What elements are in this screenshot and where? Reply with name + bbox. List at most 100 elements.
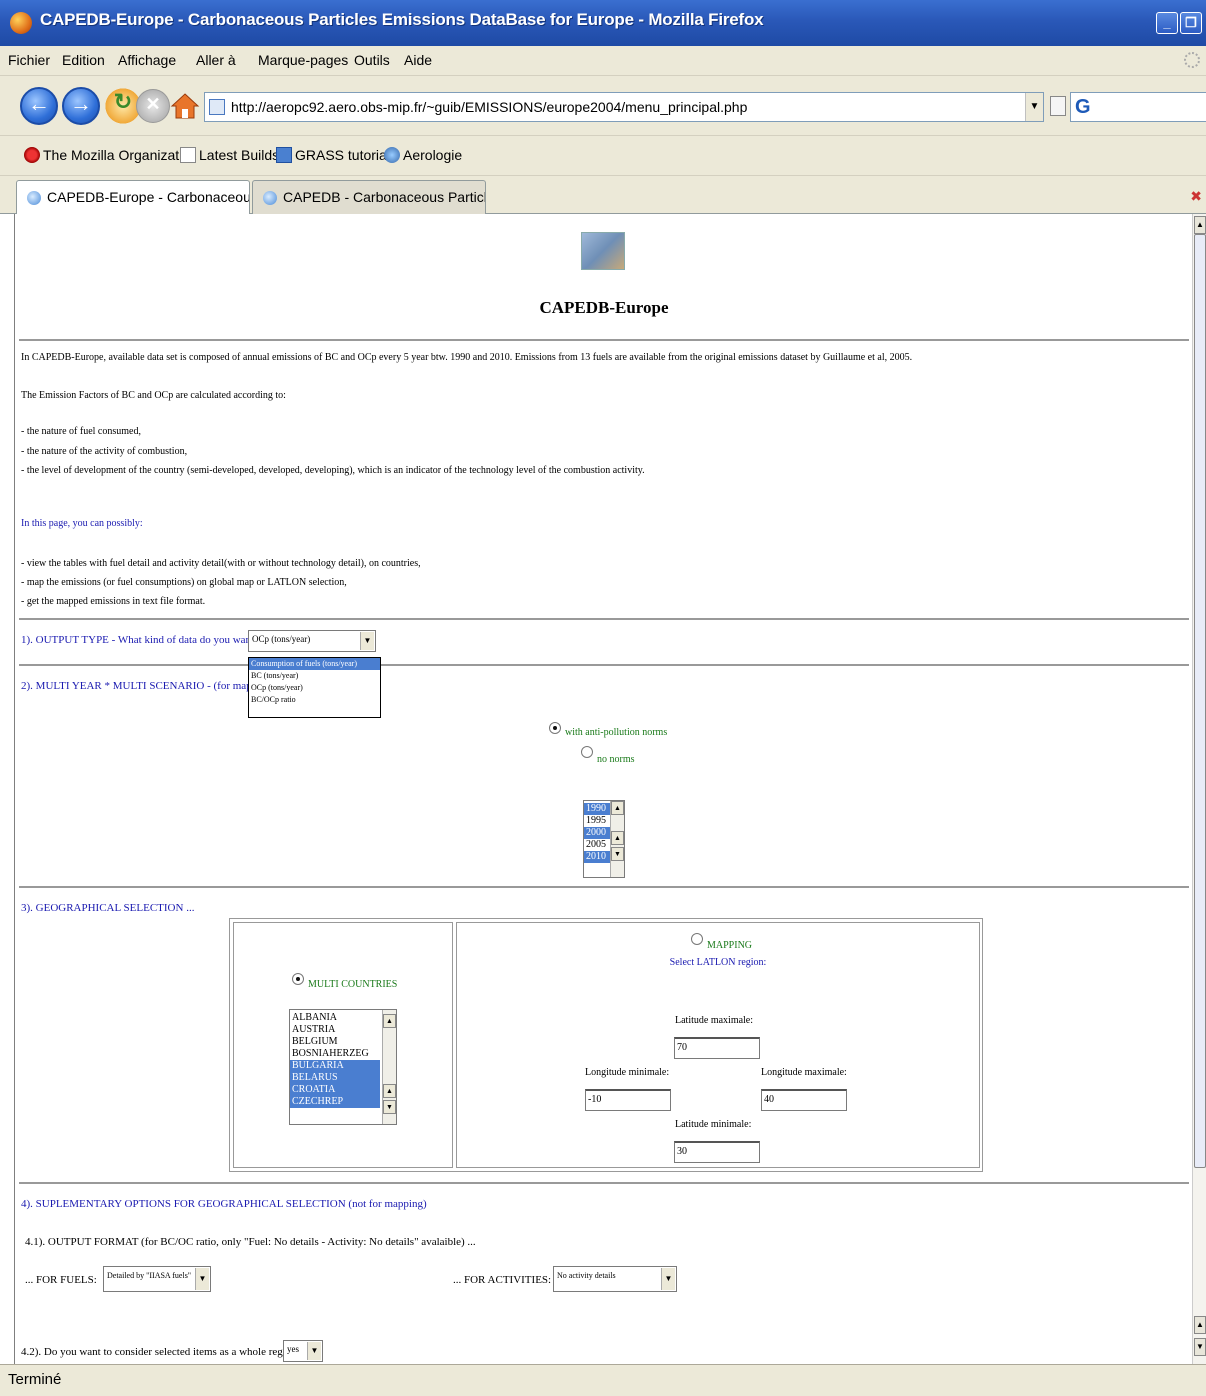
menu-bar: Fichier Edition Affichage Aller à Marque… bbox=[0, 46, 1206, 76]
home-button[interactable] bbox=[170, 91, 200, 121]
minimize-button[interactable]: _ bbox=[1156, 12, 1178, 34]
menu-edition[interactable]: Edition bbox=[62, 52, 105, 68]
scroll-up-icon[interactable]: ▲ bbox=[383, 1014, 396, 1028]
chevron-down-icon[interactable]: ▼ bbox=[360, 632, 374, 650]
url-dropdown-button[interactable]: ▼ bbox=[1025, 93, 1043, 121]
scroll-down-icon[interactable]: ▼ bbox=[383, 1100, 396, 1114]
bookmark-grass[interactable]: GRASS tutorial bbox=[276, 147, 390, 163]
dropdown-option[interactable]: OCp (tons/year) bbox=[249, 682, 380, 694]
dropdown-option[interactable]: Consumption of fuels (tons/year) bbox=[249, 658, 380, 670]
for-fuels-label: ... FOR FUELS: bbox=[25, 1274, 97, 1286]
no-norms-label: no norms bbox=[597, 754, 635, 765]
bookmark-aerologie[interactable]: Aerologie bbox=[384, 147, 462, 163]
forward-button[interactable]: → bbox=[62, 87, 100, 125]
scroll-up-icon[interactable]: ▲ bbox=[611, 801, 624, 815]
whole-region-select[interactable]: yes ▼ bbox=[283, 1340, 323, 1362]
chevron-down-icon[interactable]: ▼ bbox=[195, 1268, 209, 1290]
url-text[interactable]: http://aeropc92.aero.obs-mip.fr/~guib/EM… bbox=[231, 99, 747, 115]
bookmark-latest-builds[interactable]: Latest Builds bbox=[180, 147, 279, 163]
select-latlon-label: Select LATLON region: bbox=[669, 957, 767, 968]
output-format-label: 4.1). OUTPUT FORMAT (for BC/OC ratio, on… bbox=[25, 1236, 476, 1248]
country-option[interactable]: BELARUS bbox=[290, 1072, 380, 1084]
bookmark-label: The Mozilla Organizat... bbox=[43, 147, 191, 163]
page-scrollbar[interactable]: ▲ ▲ ▼ bbox=[1192, 214, 1206, 1364]
bullet-fuel: - the nature of fuel consumed, bbox=[21, 426, 141, 437]
menu-affichage[interactable]: Affichage bbox=[118, 52, 176, 68]
back-arrow-icon: ← bbox=[28, 91, 50, 116]
menu-aide[interactable]: Aide bbox=[404, 52, 432, 68]
country-option[interactable]: CROATIA bbox=[290, 1084, 380, 1096]
activities-select[interactable]: No activity details ▼ bbox=[553, 1266, 677, 1292]
scrollbar-thumb[interactable] bbox=[1194, 234, 1206, 1168]
countries-scrollbar[interactable]: ▲ ▲ ▼ bbox=[382, 1010, 396, 1124]
scroll-down-icon[interactable]: ▼ bbox=[611, 847, 624, 861]
whole-region-value: yes bbox=[287, 1344, 299, 1354]
chevron-down-icon[interactable]: ▼ bbox=[661, 1268, 675, 1290]
bullet-text-file: - get the mapped emissions in text file … bbox=[21, 596, 206, 607]
country-option[interactable]: BELGIUM bbox=[290, 1036, 396, 1048]
folder-icon bbox=[276, 147, 292, 163]
scroll-up-icon[interactable]: ▲ bbox=[611, 831, 624, 845]
output-type-select[interactable]: OCp (tons/year) ▼ bbox=[248, 630, 376, 652]
lat-min-input[interactable]: 30 bbox=[674, 1141, 760, 1163]
country-option[interactable]: ALBANIA bbox=[290, 1012, 396, 1024]
bookmark-label: Aerologie bbox=[403, 147, 463, 163]
country-option[interactable]: BULGARIA bbox=[290, 1060, 380, 1072]
google-icon[interactable]: G bbox=[1075, 96, 1091, 119]
url-bar[interactable]: http://aeropc92.aero.obs-mip.fr/~guib/EM… bbox=[204, 92, 1044, 122]
tab-strip: CAPEDB-Europe - Carbonaceous P... CAPEDB… bbox=[0, 176, 1206, 214]
page-title: CAPEDB-Europe bbox=[539, 298, 669, 317]
radio-mapping[interactable] bbox=[691, 933, 703, 945]
status-text: Terminé bbox=[8, 1371, 62, 1388]
scroll-up-icon[interactable]: ▲ bbox=[383, 1084, 396, 1098]
stop-button[interactable]: ✕ bbox=[136, 89, 170, 123]
tab-favicon-icon bbox=[27, 191, 41, 205]
firefox-icon bbox=[10, 12, 32, 34]
bullet-activity: - the nature of the activity of combusti… bbox=[21, 446, 188, 457]
radio-with-norms[interactable] bbox=[549, 722, 561, 734]
with-norms-label: with anti-pollution norms bbox=[565, 727, 668, 738]
lat-max-label: Latitude maximale: bbox=[675, 1015, 754, 1026]
window-titlebar[interactable]: CAPEDB-Europe - Carbonaceous Particles E… bbox=[0, 0, 1206, 46]
close-tab-icon[interactable]: ✖ bbox=[1190, 188, 1202, 205]
menu-marque-pages[interactable]: Marque-pages bbox=[258, 52, 348, 68]
chevron-down-icon[interactable]: ▼ bbox=[307, 1342, 321, 1360]
scroll-down-icon[interactable]: ▼ bbox=[1194, 1338, 1206, 1356]
country-option[interactable]: BOSNIAHERZEG bbox=[290, 1048, 396, 1060]
dropdown-option[interactable]: BC (tons/year) bbox=[249, 670, 380, 682]
bookmarks-toolbar: The Mozilla Organizat... Latest Builds G… bbox=[0, 136, 1206, 176]
page-icon bbox=[180, 147, 196, 163]
home-icon bbox=[170, 93, 200, 119]
divider bbox=[19, 618, 1189, 620]
geo-selection-table: MULTI COUNTRIES ALBANIA AUSTRIA BELGIUM … bbox=[229, 918, 983, 1172]
maximize-button[interactable]: ❐ bbox=[1180, 12, 1202, 34]
years-listbox[interactable]: 1990 1995 2000 2005 2010 ▲ ▲ ▼ bbox=[583, 800, 625, 878]
back-button[interactable]: ← bbox=[20, 87, 58, 125]
years-scrollbar[interactable]: ▲ ▲ ▼ bbox=[610, 801, 624, 877]
scroll-up-icon[interactable]: ▲ bbox=[1194, 216, 1206, 234]
tab-capedb-europe[interactable]: CAPEDB-Europe - Carbonaceous P... bbox=[16, 180, 250, 214]
menu-outils[interactable]: Outils bbox=[354, 52, 390, 68]
radio-no-norms[interactable] bbox=[581, 746, 593, 758]
menu-aller[interactable]: Aller à bbox=[196, 52, 236, 68]
go-button[interactable] bbox=[1050, 96, 1066, 116]
lon-max-label: Longitude maximale: bbox=[761, 1067, 847, 1078]
lon-min-input[interactable]: -10 bbox=[585, 1089, 671, 1111]
scroll-up-icon[interactable]: ▲ bbox=[1194, 1316, 1206, 1334]
tab-capedb[interactable]: CAPEDB - Carbonaceous Particles ... bbox=[252, 180, 486, 214]
dropdown-option[interactable]: BC/OCp ratio bbox=[249, 694, 380, 706]
stop-icon: ✕ bbox=[145, 94, 161, 114]
radio-multi-countries[interactable] bbox=[292, 973, 304, 985]
output-type-dropdown[interactable]: Consumption of fuels (tons/year) BC (ton… bbox=[248, 657, 381, 718]
fuels-select[interactable]: Detailed by "IIASA fuels" ▼ bbox=[103, 1266, 211, 1292]
lon-max-input[interactable]: 40 bbox=[761, 1089, 847, 1111]
lat-max-input[interactable]: 70 bbox=[674, 1037, 760, 1059]
country-option[interactable]: AUSTRIA bbox=[290, 1024, 396, 1036]
countries-listbox[interactable]: ALBANIA AUSTRIA BELGIUM BOSNIAHERZEG BUL… bbox=[289, 1009, 397, 1125]
country-option[interactable]: CZECHREP bbox=[290, 1096, 380, 1108]
search-box[interactable]: G bbox=[1070, 92, 1206, 122]
page-content: CAPEDB-Europe In CAPEDB-Europe, availabl… bbox=[14, 214, 1192, 1364]
bullet-map: - map the emissions (or fuel consumption… bbox=[21, 577, 347, 588]
menu-fichier[interactable]: Fichier bbox=[8, 52, 50, 68]
bookmark-mozilla[interactable]: The Mozilla Organizat... bbox=[24, 147, 191, 163]
